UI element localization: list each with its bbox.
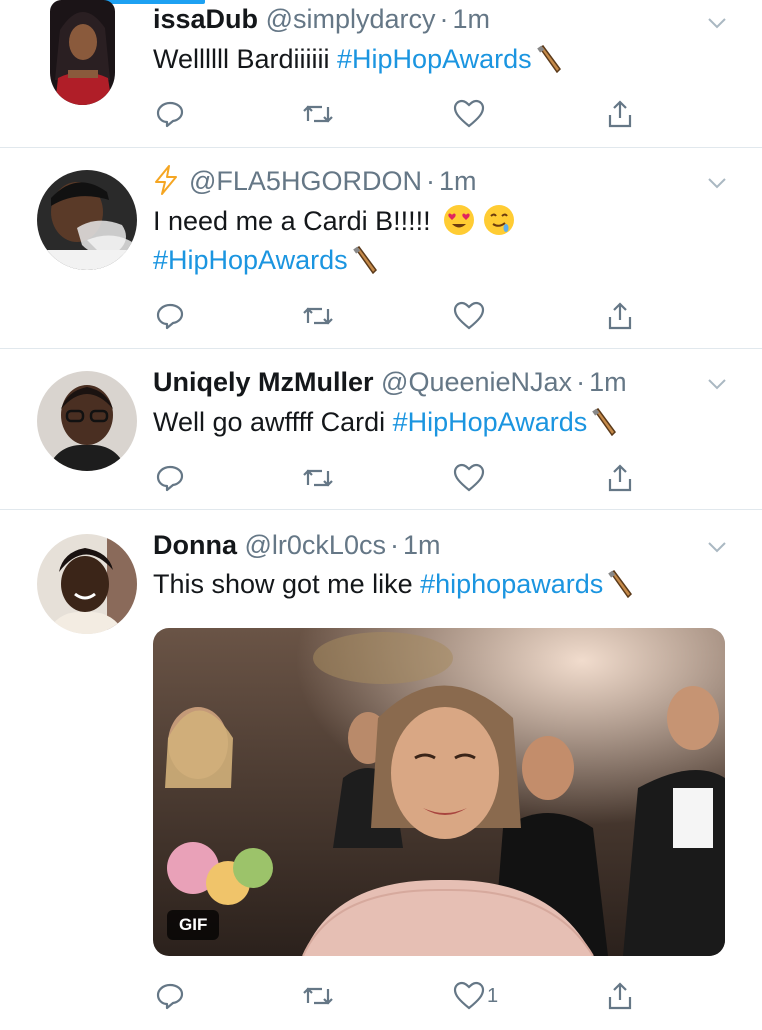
gif-badge: GIF [167, 910, 220, 940]
like-button[interactable] [453, 460, 485, 496]
share-icon [608, 464, 632, 492]
share-button[interactable] [605, 978, 635, 1014]
chevron-down-icon[interactable] [706, 373, 728, 395]
hashtag-link[interactable]: #HipHopAwards [393, 407, 588, 437]
tweet-actions [153, 96, 643, 136]
handle[interactable]: @lr0ckL0cs [245, 530, 386, 560]
retweet-button[interactable] [300, 460, 336, 496]
reply-icon [156, 465, 184, 492]
drooling-face-emoji [484, 205, 515, 235]
tweet-text: I need me a Cardi B!!!!! #HipHopAwards [153, 202, 623, 280]
reply-icon [156, 303, 184, 330]
retweet-button[interactable] [300, 298, 336, 334]
heart-icon [453, 463, 485, 492]
reply-icon [156, 983, 184, 1010]
baseball-bat-icon [608, 570, 633, 598]
avatar[interactable] [50, 0, 115, 105]
share-icon [608, 302, 632, 330]
timestamp: 1m [438, 166, 477, 196]
heart-icon [453, 99, 485, 128]
retweet-icon [303, 469, 333, 487]
share-icon [608, 982, 632, 1010]
tweet-text-body: Well go awffff Cardi [153, 407, 393, 437]
heart-icon [453, 301, 485, 330]
timestamp: 1m [452, 4, 491, 34]
share-button[interactable] [605, 96, 635, 132]
hashtag-link[interactable]: #HipHopAwards [337, 44, 532, 74]
retweet-icon [303, 307, 333, 325]
retweet-button[interactable] [300, 978, 336, 1014]
avatar[interactable] [37, 170, 137, 270]
like-button[interactable] [453, 96, 485, 132]
chevron-down-icon[interactable] [706, 172, 728, 194]
gif-image [153, 628, 725, 956]
tweet-text-body: This show got me like [153, 569, 421, 599]
retweet-icon [303, 987, 333, 1005]
share-icon [608, 100, 632, 128]
lightning-icon [155, 165, 177, 195]
tweet-text: This show got me like #hiphopawards [153, 565, 722, 604]
separator: · [576, 367, 586, 397]
handle[interactable]: @FLA5HGORDON [189, 166, 422, 196]
reply-button[interactable] [155, 298, 185, 334]
like-count: 1 [487, 984, 499, 1007]
separator: · [439, 4, 449, 34]
like-button[interactable] [453, 298, 485, 334]
tweet-actions: 1 [153, 978, 643, 1018]
handle[interactable]: @QueenieNJax [381, 367, 572, 397]
timestamp: 1m [402, 530, 441, 560]
reply-icon [156, 101, 184, 128]
share-button[interactable] [605, 460, 635, 496]
tweet-text-body: I need me a Cardi B!!!!! [153, 206, 439, 236]
retweet-button[interactable] [300, 96, 336, 132]
tweet[interactable]: issaDub @simplydarcy · 1m Wellllll Bardiii… [0, 0, 762, 148]
display-name[interactable]: Uniqely MzMuller [153, 367, 374, 397]
separator: · [425, 166, 435, 196]
chevron-down-icon[interactable] [706, 12, 728, 34]
heart-icon [453, 981, 485, 1010]
chevron-down-icon[interactable] [706, 536, 728, 558]
display-name[interactable]: Donna [153, 530, 237, 560]
avatar[interactable] [37, 534, 137, 634]
tweet-text-body: Wellllll Bardiiiiii [153, 44, 338, 74]
tweet[interactable]: @FLA5HGORDON · 1m I need me a Cardi B!!!!!… [0, 148, 762, 349]
tweet-actions [153, 460, 643, 500]
display-name[interactable]: issaDub [153, 4, 258, 34]
retweet-icon [303, 105, 333, 123]
baseball-bat-icon [352, 246, 377, 274]
gif-media[interactable]: GIF [153, 628, 725, 956]
heart-eyes-emoji [444, 205, 475, 235]
tweet-actions [153, 298, 643, 338]
reply-button[interactable] [155, 978, 185, 1014]
baseball-bat-icon [536, 45, 561, 73]
reply-button[interactable] [155, 96, 185, 132]
tweet[interactable]: Uniqely MzMuller @QueenieNJax · 1m Well go… [0, 349, 762, 510]
handle[interactable]: @simplydarcy [266, 4, 436, 34]
hashtag-link[interactable]: #HipHopAwards [153, 245, 348, 275]
tweet-text: Well go awffff Cardi #HipHopAwards [153, 403, 722, 442]
reply-button[interactable] [155, 460, 185, 496]
timestamp: 1m [589, 367, 627, 397]
hashtag-link[interactable]: #hiphopawards [420, 569, 603, 599]
like-button[interactable]: 1 [453, 978, 498, 1014]
tweet-text: Wellllll Bardiiiiii #HipHopAwards [153, 40, 722, 79]
baseball-bat-icon [592, 408, 617, 436]
avatar[interactable] [37, 371, 137, 471]
share-button[interactable] [605, 298, 635, 334]
separator: · [389, 530, 399, 560]
